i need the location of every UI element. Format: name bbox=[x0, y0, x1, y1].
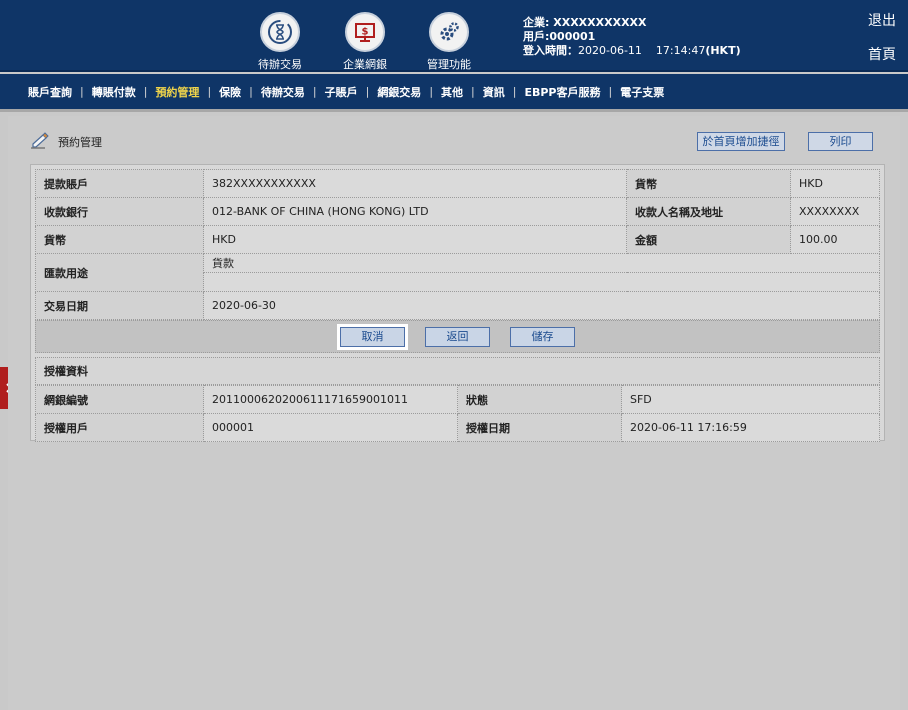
authorization-section-title: 授權資料 bbox=[35, 357, 880, 385]
transaction-date-label: 交易日期 bbox=[35, 291, 204, 320]
table-row: 匯款用途 貨款 bbox=[35, 253, 880, 292]
user-info: 企業: XXXXXXXXXXX 用戶:000001 登入時間：2020-06-1… bbox=[523, 16, 741, 58]
table-row: 貨幣 HKD 金額 100.00 bbox=[35, 225, 880, 254]
svg-text:$: $ bbox=[362, 27, 369, 38]
login-label: 登入時間： bbox=[523, 44, 578, 57]
add-shortcut-button[interactable]: 於首頁增加捷徑 bbox=[697, 132, 785, 151]
reference-number-value: 20110006202006111716590010​11 bbox=[203, 385, 458, 414]
amount-label: 金額 bbox=[626, 225, 791, 254]
pending-transactions-button[interactable]: 待辦交易 bbox=[240, 12, 320, 72]
nav-e-cheque[interactable]: 電子支票 bbox=[612, 84, 672, 100]
authorizer-value: 000001 bbox=[203, 413, 458, 442]
table-row: 提款賬戶 382XXXXXXXXXXX 貨幣 HKD bbox=[35, 169, 880, 198]
payee-bank-value: 012-BANK OF CHINA (HONG KONG) LTD bbox=[203, 197, 627, 226]
detail-table: 提款賬戶 382XXXXXXXXXXX 貨幣 HKD 收款銀行 012-BANK… bbox=[35, 169, 880, 320]
login-time: 2020-06-11 17:14:47 bbox=[578, 44, 706, 57]
status-label: 狀態 bbox=[457, 385, 622, 414]
nav-pending-transactions[interactable]: 待辦交易 bbox=[253, 84, 313, 100]
nav-scheduled-management[interactable]: 預約管理 bbox=[147, 84, 207, 100]
user-id: 用戶:000001 bbox=[523, 30, 596, 43]
nav-online-transactions[interactable]: 網銀交易 bbox=[369, 84, 429, 100]
currency-value: HKD bbox=[203, 225, 627, 254]
action-bar: 取消 返回 儲存 bbox=[35, 320, 880, 353]
transaction-date-value: 2020-06-30 bbox=[203, 291, 880, 320]
authorizer-label: 授權用戶 bbox=[35, 413, 204, 442]
management-button[interactable]: 管理功能 bbox=[409, 12, 489, 72]
company-name: 企業: XXXXXXXXXXX bbox=[523, 16, 647, 29]
corporate-banking-label: 企業網銀 bbox=[343, 58, 387, 71]
page-title-text: 預約管理 bbox=[58, 136, 102, 149]
cancel-button[interactable]: 取消 bbox=[340, 326, 405, 347]
home-link[interactable]: 首頁 bbox=[868, 44, 896, 64]
edit-pencil-icon bbox=[31, 132, 49, 149]
page-title: 預約管理 bbox=[30, 130, 102, 150]
print-button[interactable]: 列印 bbox=[808, 132, 873, 151]
remittance-purpose-label: 匯款用途 bbox=[35, 253, 204, 292]
content-area: 預約管理 於首頁增加捷徑 列印 提款賬戶 382XXXXXXXXXXX 貨幣 H… bbox=[8, 116, 900, 710]
authorization-date-value: 2020-06-11 17:16:59 bbox=[621, 413, 880, 442]
reference-number-label: 網銀編號 bbox=[35, 385, 204, 414]
remittance-purpose-value: 貨款 bbox=[203, 253, 880, 273]
corporate-banking-button[interactable]: $ 企業網銀 bbox=[325, 12, 405, 72]
nav-transfer-payment[interactable]: 轉賬付款 bbox=[84, 84, 144, 100]
amount-value: 100.00 bbox=[790, 225, 880, 254]
table-row: 交易日期 2020-06-30 bbox=[35, 291, 880, 320]
table-row: 授權用戶 000001 授權日期 2020-06-11 17:16:59 bbox=[35, 413, 880, 442]
authorization-date-label: 授權日期 bbox=[457, 413, 622, 442]
table-row: 網銀編號 20110006202006111716590010​11 狀態 SF… bbox=[35, 385, 880, 414]
table-row: 收款銀行 012-BANK OF CHINA (HONG KONG) LTD 收… bbox=[35, 197, 880, 226]
save-button[interactable]: 儲存 bbox=[510, 326, 575, 347]
debit-account-value: 382XXXXXXXXXXX bbox=[203, 169, 627, 198]
currency-value: HKD bbox=[790, 169, 880, 198]
logout-link[interactable]: 退出 bbox=[868, 10, 896, 30]
nav-ebpp-service[interactable]: EBPP客戶服務 bbox=[516, 84, 608, 100]
main-nav: 賬戶查詢 | 轉賬付款 | 預約管理 | 保險 | 待辦交易 | 子賬戶 | 網銀交易 | 其… bbox=[0, 74, 908, 112]
management-label: 管理功能 bbox=[427, 58, 471, 71]
authorization-table: 網銀編號 20110006202006111716590010​11 狀態 SF… bbox=[35, 385, 880, 442]
nav-information[interactable]: 資訊 bbox=[475, 84, 513, 100]
payee-bank-label: 收款銀行 bbox=[35, 197, 204, 226]
pending-transactions-label: 待辦交易 bbox=[258, 58, 302, 71]
gears-icon bbox=[429, 12, 469, 52]
currency-label: 貨幣 bbox=[35, 225, 204, 254]
nav-account-inquiry[interactable]: 賬戶查詢 bbox=[20, 84, 80, 100]
nav-others[interactable]: 其他 bbox=[433, 84, 471, 100]
hourglass-refresh-icon bbox=[260, 12, 300, 52]
nav-insurance[interactable]: 保險 bbox=[211, 84, 249, 100]
nav-sub-accounts[interactable]: 子賬戶 bbox=[317, 84, 366, 100]
status-value: SFD bbox=[621, 385, 880, 414]
remittance-purpose-extra bbox=[203, 272, 880, 292]
monitor-dollar-icon: $ bbox=[345, 12, 385, 52]
debit-account-label: 提款賬戶 bbox=[35, 169, 204, 198]
payee-name-value: XXXXXXXX bbox=[790, 197, 880, 226]
detail-panel: 提款賬戶 382XXXXXXXXXXX 貨幣 HKD 收款銀行 012-BANK… bbox=[30, 164, 885, 442]
payee-name-label: 收款人名稱及地址 bbox=[626, 197, 791, 226]
login-timezone: (HKT) bbox=[705, 44, 741, 57]
currency-label: 貨幣 bbox=[626, 169, 791, 198]
back-button[interactable]: 返回 bbox=[425, 326, 490, 347]
top-header: 待辦交易 $ 企業網銀 管理功能 企業: XXXXXXXXXXX 用戶:0000… bbox=[0, 0, 908, 72]
